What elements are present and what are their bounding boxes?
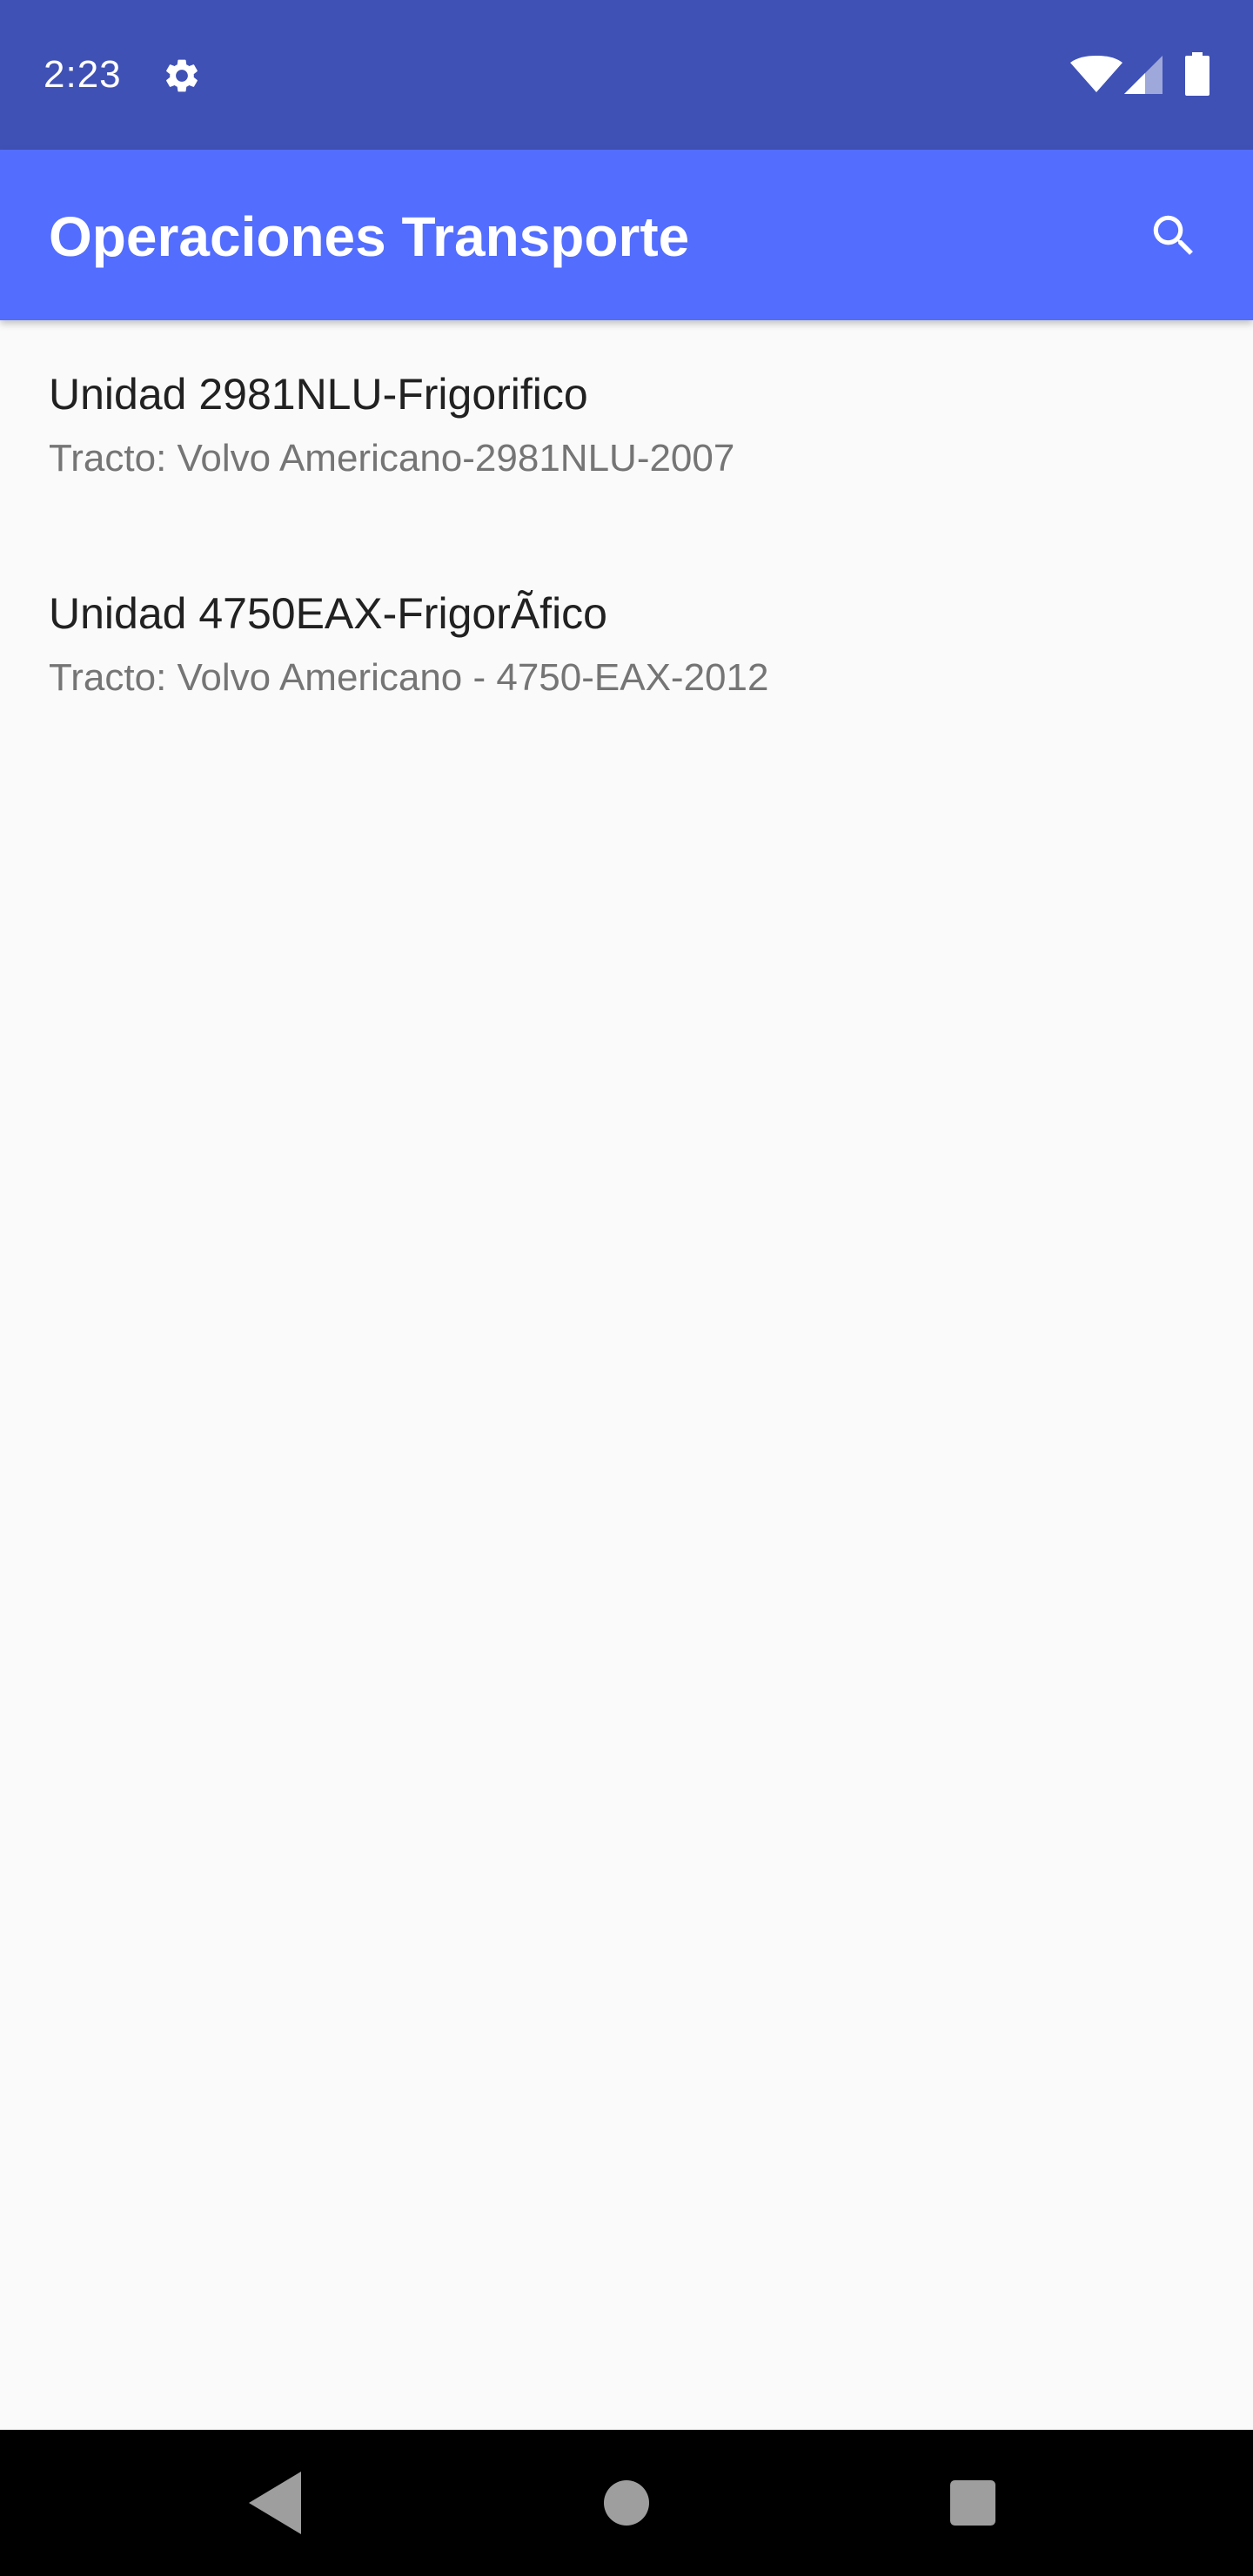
search-button[interactable]: [1131, 193, 1215, 277]
recents-icon[interactable]: [950, 2480, 995, 2526]
status-time: 2:23: [44, 53, 122, 96]
search-icon: [1153, 215, 1193, 255]
list-item[interactable]: Unidad 2981NLU-Frigorifico Tracto: Volvo…: [0, 320, 1253, 540]
settings-icon: [166, 59, 198, 92]
unit-list: Unidad 2981NLU-Frigorifico Tracto: Volvo…: [0, 320, 1253, 759]
list-item-subtitle: Tracto: Volvo Americano - 4750-EAX-2012: [49, 656, 769, 699]
list-item-title: Unidad 2981NLU-Frigorifico: [49, 370, 588, 419]
navigation-bar: [0, 2430, 1253, 2576]
app-bar: Operaciones Transporte: [0, 150, 1253, 320]
home-icon[interactable]: [604, 2480, 649, 2526]
status-bar: 2:23: [0, 0, 1253, 150]
battery-icon: [1185, 52, 1209, 96]
wifi-icon: [1070, 56, 1122, 92]
signal-icon: [1124, 56, 1163, 94]
list-item-title: Unidad 4750EAX-FrigorÃfico: [49, 589, 607, 638]
page-title: Operaciones Transporte: [49, 205, 690, 268]
back-icon[interactable]: [249, 2472, 301, 2534]
list-item[interactable]: Unidad 4750EAX-FrigorÃfico Tracto: Volvo…: [0, 540, 1253, 759]
list-item-subtitle: Tracto: Volvo Americano-2981NLU-2007: [49, 437, 735, 480]
